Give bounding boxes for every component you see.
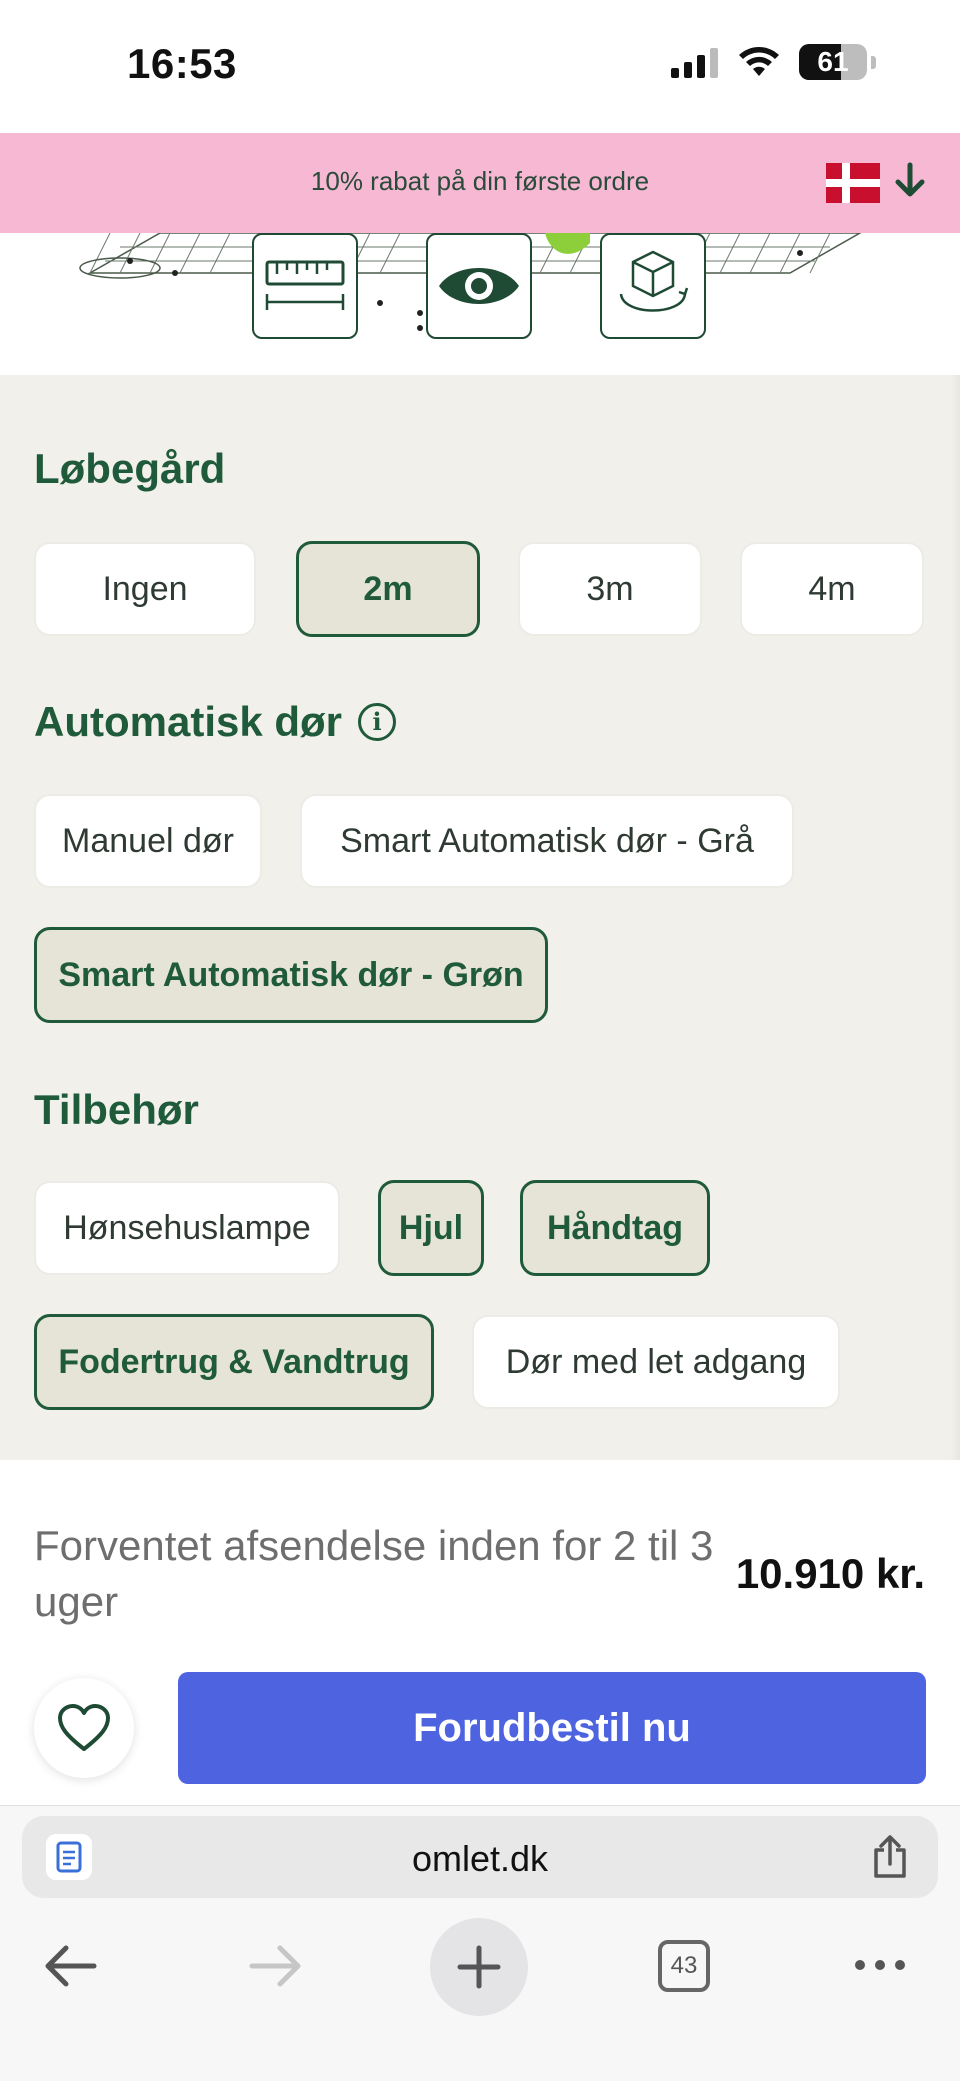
run-section-title: Løbegård bbox=[34, 445, 226, 492]
run-option-2m[interactable]: 2m bbox=[296, 541, 480, 637]
ruler-icon bbox=[265, 260, 345, 310]
back-button[interactable] bbox=[40, 1936, 100, 1996]
new-tab-button[interactable] bbox=[430, 1918, 528, 2016]
shipping-estimate: Forventet afsendelse inden for 2 til 3 u… bbox=[34, 1522, 714, 1625]
more-button[interactable] bbox=[840, 1936, 920, 1996]
product-image bbox=[0, 233, 960, 375]
new-tab-plus-icon bbox=[457, 1945, 501, 1989]
status-icons: 61 bbox=[671, 44, 876, 80]
tabs-icon: 43 bbox=[658, 1940, 710, 1992]
favorite-button[interactable] bbox=[34, 1678, 134, 1778]
door-option-manual[interactable]: Manuel dør bbox=[34, 794, 262, 888]
status-bar: 16:53 61 bbox=[0, 0, 960, 133]
view-button[interactable] bbox=[426, 233, 532, 339]
arrow-down-icon[interactable] bbox=[892, 161, 928, 201]
accessory-option-wheels[interactable]: Hjul bbox=[378, 1180, 484, 1276]
forward-arrow-icon bbox=[249, 1945, 301, 1987]
eye-icon bbox=[439, 268, 519, 304]
forward-button[interactable] bbox=[246, 1936, 306, 1996]
accessories-section-title: Tilbehør bbox=[34, 1086, 199, 1133]
denmark-flag-icon[interactable] bbox=[826, 163, 880, 203]
run-option-3m[interactable]: 3m bbox=[518, 542, 702, 636]
cellular-signal-icon bbox=[671, 48, 718, 78]
door-section-title: Automatisk dør bbox=[34, 698, 343, 745]
door-option-smart-green[interactable]: Smart Automatisk dør - Grøn bbox=[34, 927, 548, 1023]
run-option-4m[interactable]: 4m bbox=[740, 542, 924, 636]
promo-banner[interactable]: 10% rabat på din første ordre bbox=[0, 133, 960, 233]
accessory-option-feeder-drinker[interactable]: Fodertrug & Vandtrug bbox=[34, 1314, 434, 1410]
share-icon[interactable] bbox=[870, 1834, 910, 1880]
door-option-smart-grey[interactable]: Smart Automatisk dør - Grå bbox=[300, 794, 794, 888]
url-text: omlet.dk bbox=[411, 1838, 549, 1879]
wifi-icon bbox=[739, 47, 779, 76]
back-arrow-icon bbox=[45, 1945, 97, 1987]
status-time: 16:53 bbox=[127, 40, 237, 87]
3d-view-button[interactable] bbox=[600, 233, 706, 339]
dimensions-button[interactable] bbox=[252, 233, 358, 339]
promo-text: 10% rabat på din første ordre bbox=[310, 166, 650, 196]
preorder-button[interactable]: Forudbestil nu bbox=[178, 1672, 926, 1784]
address-bar[interactable]: omlet.dk bbox=[22, 1816, 938, 1898]
accessory-option-handles[interactable]: Håndtag bbox=[520, 1180, 710, 1276]
accessory-option-lamp[interactable]: Hønsehuslampe bbox=[34, 1181, 340, 1275]
battery-level: 61 bbox=[817, 46, 849, 77]
configurator-options: Løbegård Ingen 2m 3m 4m Automatisk dør i… bbox=[0, 375, 960, 1460]
run-option-none[interactable]: Ingen bbox=[34, 542, 256, 636]
more-icon bbox=[850, 1957, 910, 1975]
info-icon[interactable]: i bbox=[358, 703, 396, 741]
tabs-button[interactable]: 43 bbox=[658, 1936, 710, 1996]
accessory-option-easy-access-door[interactable]: Dør med let adgang bbox=[472, 1315, 840, 1409]
battery-tip bbox=[871, 55, 876, 69]
browser-toolbar: omlet.dk 43 bbox=[0, 1805, 960, 2081]
battery-icon: 61 bbox=[799, 44, 867, 80]
price: 10.910 kr. bbox=[735, 1550, 925, 1597]
heart-icon bbox=[58, 1704, 110, 1751]
3d-cube-icon bbox=[619, 250, 689, 312]
purchase-panel: Forventet afsendelse inden for 2 til 3 u… bbox=[0, 1460, 960, 1805]
